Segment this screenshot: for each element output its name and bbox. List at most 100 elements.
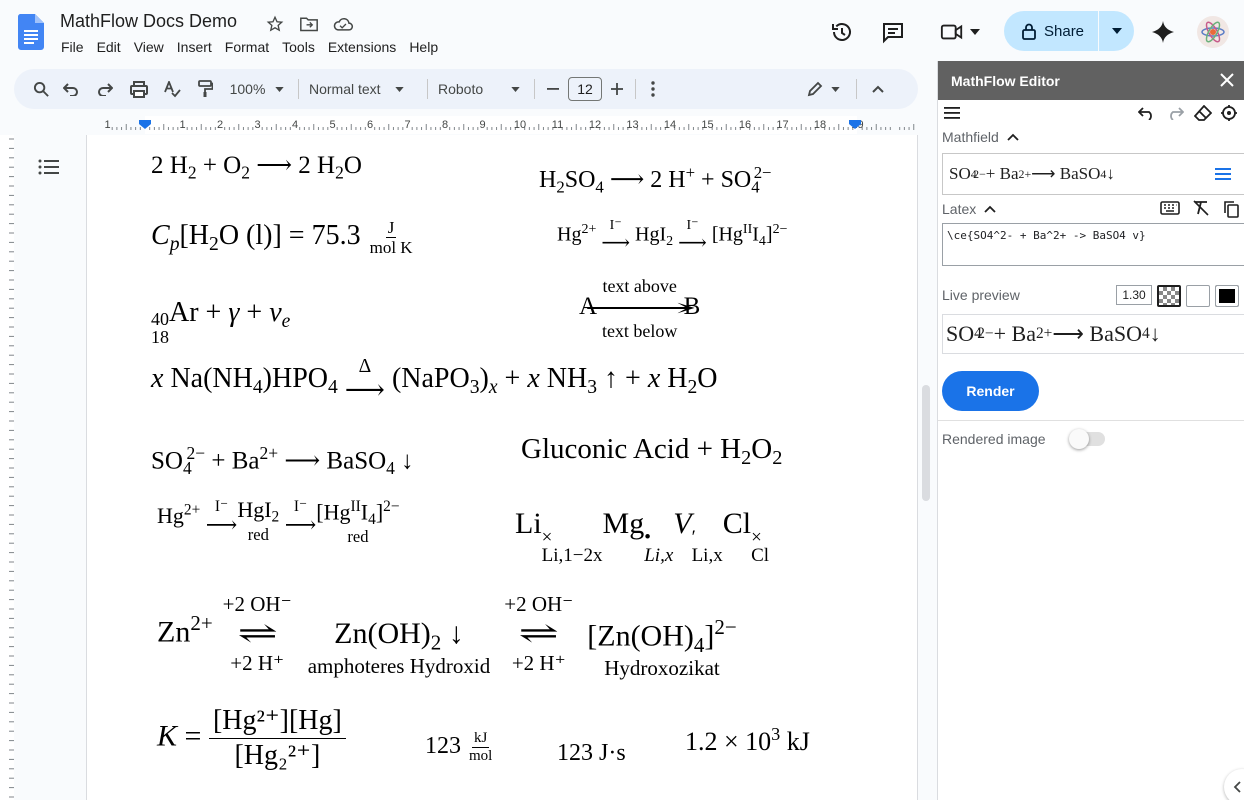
horizontal-ruler[interactable]: 112345678910111213141516171819 — [86, 116, 918, 134]
copy-icon[interactable] — [1222, 200, 1240, 223]
version-history-icon[interactable] — [826, 12, 858, 52]
video-camera-icon — [940, 24, 963, 40]
equation-joule-seconds: 123 J·s — [557, 740, 626, 766]
paragraph-style-select[interactable]: Normal text — [305, 75, 421, 103]
live-preview-label: Live preview — [942, 287, 1020, 303]
ruler-number: 17 — [776, 119, 788, 131]
app-window: MathFlow Docs Demo File Edit View Insert… — [0, 0, 1244, 800]
share-dropdown[interactable] — [1099, 11, 1134, 51]
menu-bar: File Edit View Insert Format Tools Exten… — [61, 39, 445, 55]
chevron-down-icon — [970, 29, 980, 35]
ruler-number: 3 — [254, 119, 260, 131]
mathflow-panel: MathFlow Editor Mathfield SO 4 2− + Ba 2+ ⟶… — [937, 61, 1244, 800]
mathfield-input[interactable]: SO 4 2− + Ba 2+ ⟶ BaSO 4 ↓ — [942, 153, 1244, 195]
menu-insert[interactable]: Insert — [170, 39, 218, 55]
spellcheck-icon[interactable] — [156, 75, 188, 103]
gemini-sparkle-icon[interactable] — [1148, 12, 1178, 52]
equation-mercury-iodide: Hg2+ I⁻ ⟶ HgI2 I⁻ ⟶ [HgIII4]2− — [557, 218, 788, 254]
document-outline-icon[interactable] — [38, 158, 60, 180]
font-select[interactable]: Roboto — [434, 75, 528, 103]
render-button[interactable]: Render — [942, 371, 1039, 411]
scale-input[interactable]: 1.30 — [1116, 285, 1152, 305]
print-icon[interactable] — [122, 75, 156, 103]
pencil-icon — [807, 81, 822, 97]
latex-label: Latex — [942, 201, 977, 217]
transparent-background-option[interactable] — [1157, 285, 1181, 307]
panel-redo-icon[interactable] — [1166, 106, 1185, 125]
rendered-image-label: Rendered image — [942, 431, 1046, 447]
vertical-ruler[interactable] — [0, 135, 14, 800]
menu-file[interactable]: File — [61, 39, 90, 55]
ruler-number: 10 — [514, 119, 526, 131]
close-icon[interactable] — [1216, 69, 1238, 91]
ruler-number: 2 — [217, 119, 223, 131]
document-page[interactable]: 2 H2 + O2 ⟶ 2 H2O H2SO4 ⟶ 2 H+ + SO42− C… — [86, 135, 918, 800]
eraser-icon[interactable] — [1193, 104, 1213, 126]
increase-font-size-button[interactable] — [605, 75, 629, 103]
move-folder-icon[interactable] — [298, 13, 320, 35]
equation-sodium-phosphate: x Na(NH4)HPO4 Δ ⟶ (NaPO3)x + x NH3 ↑ + x … — [151, 356, 718, 406]
menu-tools[interactable]: Tools — [276, 39, 322, 55]
editing-mode-select[interactable] — [800, 75, 846, 103]
document-title[interactable]: MathFlow Docs Demo — [60, 11, 237, 32]
avatar[interactable] — [1196, 12, 1230, 52]
equation-argon-nuclide: 40 18 Ar + γ + νe — [151, 297, 291, 347]
menu-edit[interactable]: Edit — [90, 39, 127, 55]
meet-button[interactable] — [936, 12, 984, 52]
latex-section-toggle[interactable]: Latex — [942, 201, 996, 217]
menu-view[interactable]: View — [127, 39, 170, 55]
cloud-saved-icon[interactable] — [332, 13, 354, 35]
equation-kilojoules: 1.2 × 103 kJ — [685, 724, 810, 756]
chevron-up-icon — [1007, 133, 1019, 141]
mathfield-section-toggle[interactable]: Mathfield — [942, 129, 1019, 145]
font-size-input[interactable]: 12 — [568, 77, 602, 101]
search-menus-icon[interactable] — [28, 75, 54, 103]
collapse-panel-chevron-left-icon[interactable] — [1224, 769, 1244, 800]
white-background-option[interactable] — [1186, 285, 1210, 307]
comments-icon[interactable] — [877, 12, 909, 52]
paragraph-style-value: Normal text — [309, 81, 381, 97]
keyboard-icon[interactable] — [1160, 201, 1180, 220]
docs-logo-icon[interactable] — [18, 14, 44, 50]
toggle-knob — [1069, 429, 1089, 449]
chevron-up-icon — [984, 205, 996, 213]
ruler-number: 7 — [404, 119, 410, 131]
equation-mercury-iodide-red: Hg2+ I⁻ ⟶ HgI2 red I⁻ ⟶ [HgIII4]2− red — [157, 497, 400, 547]
share-button[interactable]: Share — [1004, 11, 1098, 51]
minus-icon — [547, 88, 559, 90]
title-icons — [264, 13, 354, 35]
decrease-font-size-button[interactable] — [541, 75, 565, 103]
ruler-number: 6 — [367, 119, 373, 131]
plus-icon — [611, 83, 623, 95]
hide-menus-chevron-up-icon[interactable] — [863, 75, 893, 103]
menu-help[interactable]: Help — [403, 39, 445, 55]
star-icon[interactable] — [264, 13, 286, 35]
panel-undo-icon[interactable] — [1137, 106, 1156, 125]
black-background-option[interactable] — [1215, 285, 1239, 307]
undo-icon[interactable] — [54, 75, 88, 103]
zoom-select[interactable]: 100% — [222, 75, 292, 103]
redo-icon[interactable] — [88, 75, 122, 103]
document-scrollbar-thumb[interactable] — [922, 385, 930, 501]
menu-format[interactable]: Format — [218, 39, 275, 55]
settings-history-icon[interactable] — [1220, 104, 1238, 127]
chevron-down-icon — [275, 86, 285, 92]
ruler-number: 1 — [179, 119, 185, 131]
clear-format-icon[interactable] — [1192, 200, 1210, 221]
latex-textarea[interactable]: \ce{SO4^2- + Ba^2+ -> BaSO4 v} — [942, 223, 1244, 266]
hamburger-menu-icon[interactable] — [944, 106, 960, 125]
equation-sulfuric-acid: H2SO4 ⟶ 2 H+ + SO42− — [539, 163, 772, 197]
more-options-icon[interactable] — [642, 75, 664, 103]
share-label: Share — [1044, 22, 1085, 40]
live-preview-area: SO 4 2− + Ba 2+ ⟶ BaSO 4 ↓ — [942, 314, 1244, 354]
equation-water-synthesis: 2 H2 + O2 ⟶ 2 H2O — [151, 152, 362, 183]
menu-extensions[interactable]: Extensions — [321, 39, 402, 55]
zoom-value: 100% — [229, 81, 266, 97]
equation-equilibrium-constant: K = [Hg²⁺][Hg] [Hg₂²⁺] — [157, 707, 346, 770]
mathfield-menu-icon[interactable] — [1215, 167, 1231, 181]
equation-heat-capacity: Cp[H2O (l)] = 75.3 Jmol K — [151, 218, 413, 257]
chevron-down-icon — [511, 86, 520, 92]
ruler-number: 4 — [292, 119, 298, 131]
chevron-down-icon — [394, 86, 404, 92]
paint-format-icon[interactable] — [188, 75, 222, 103]
